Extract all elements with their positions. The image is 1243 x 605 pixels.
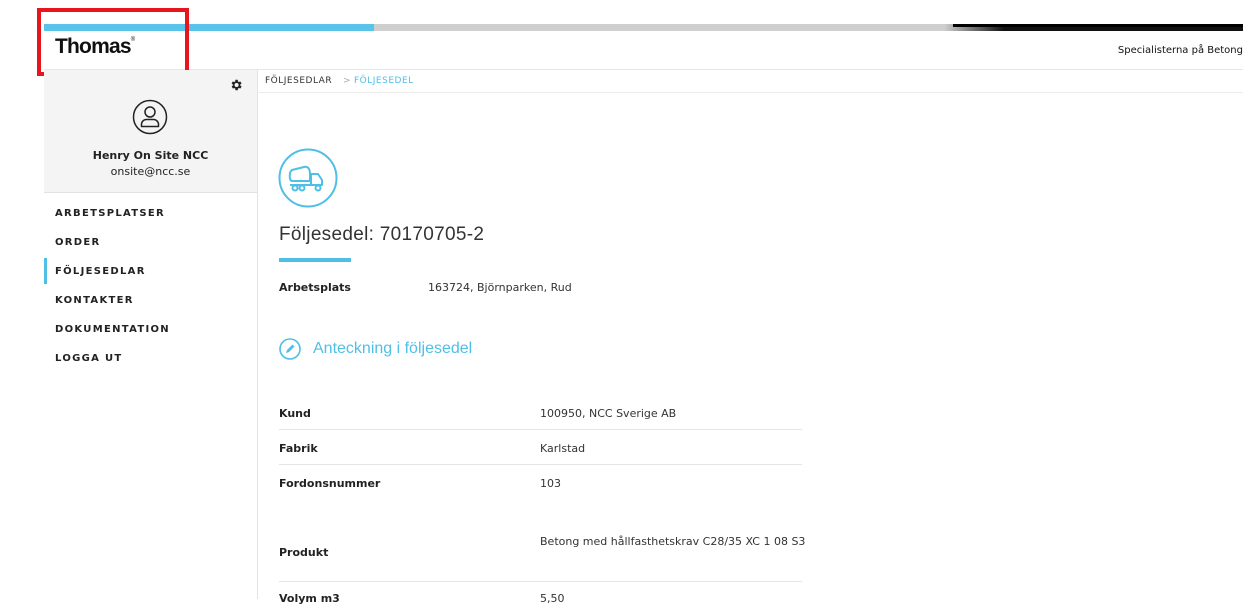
- note-link-label: Anteckning i följesedel: [313, 340, 473, 357]
- detail-label-produkt: Produkt: [279, 546, 329, 559]
- sidebar-item-dokumentation[interactable]: DOKUMENTATION: [44, 321, 257, 350]
- title-underline: [279, 258, 351, 262]
- sidebar-nav: ARBETSPLATSER ORDER FÖLJESEDLAR KONTAKTE…: [44, 205, 257, 379]
- user-profile-panel: Henry On Site NCC onsite@ncc.se: [44, 70, 257, 193]
- detail-label-fordonsnummer: Fordonsnummer: [279, 477, 381, 490]
- detail-value-fabrik: Karlstad: [540, 442, 586, 455]
- concrete-truck-icon: [278, 148, 338, 208]
- sidebar-item-kontakter[interactable]: KONTAKTER: [44, 292, 257, 321]
- arbetsplats-label: Arbetsplats: [279, 281, 351, 294]
- sidebar-item-logga-ut[interactable]: LOGGA UT: [44, 350, 257, 379]
- detail-label-fabrik: Fabrik: [279, 442, 318, 455]
- breadcrumb: FÖLJESEDLAR > FÖLJESEDEL: [258, 70, 1243, 93]
- user-email: onsite@ncc.se: [110, 165, 191, 178]
- user-name: Henry On Site NCC: [92, 149, 209, 162]
- row-divider: [279, 429, 802, 430]
- sidebar-item-arbetsplatser[interactable]: ARBETSPLATSER: [44, 205, 257, 234]
- sidebar: Henry On Site NCC onsite@ncc.se ARBETSPL…: [44, 70, 258, 599]
- arbetsplats-value: 163724, Björnparken, Rud: [428, 281, 572, 294]
- detail-value-fordonsnummer: 103: [540, 477, 561, 490]
- breadcrumb-separator: >: [343, 76, 352, 86]
- page-title: Följesedel: 70170705-2: [279, 224, 485, 245]
- detail-label-kund: Kund: [279, 407, 311, 420]
- detail-value-produkt: Betong med hållfasthetskrav C28/35 XC 1 …: [540, 535, 806, 548]
- sidebar-item-foljesedlar[interactable]: FÖLJESEDLAR: [44, 258, 257, 292]
- row-divider: [279, 464, 802, 465]
- row-divider: [279, 581, 802, 582]
- thomas-logo[interactable]: Thomas®: [55, 35, 135, 59]
- breadcrumb-current: FÖLJESEDEL: [354, 76, 414, 86]
- breadcrumb-parent[interactable]: FÖLJESEDLAR: [265, 76, 332, 86]
- pencil-icon: [279, 338, 301, 360]
- top-accent-stripe: [44, 24, 1243, 31]
- detail-value-kund: 100950, NCC Sverige AB: [540, 407, 677, 420]
- header-tagline: Specialisterna på Betong: [1117, 45, 1243, 56]
- sidebar-item-order[interactable]: ORDER: [44, 234, 257, 263]
- header-bar: Thomas® Specialisterna på Betong: [44, 31, 1243, 70]
- user-avatar-icon: [132, 99, 168, 135]
- gear-icon[interactable]: [229, 78, 243, 92]
